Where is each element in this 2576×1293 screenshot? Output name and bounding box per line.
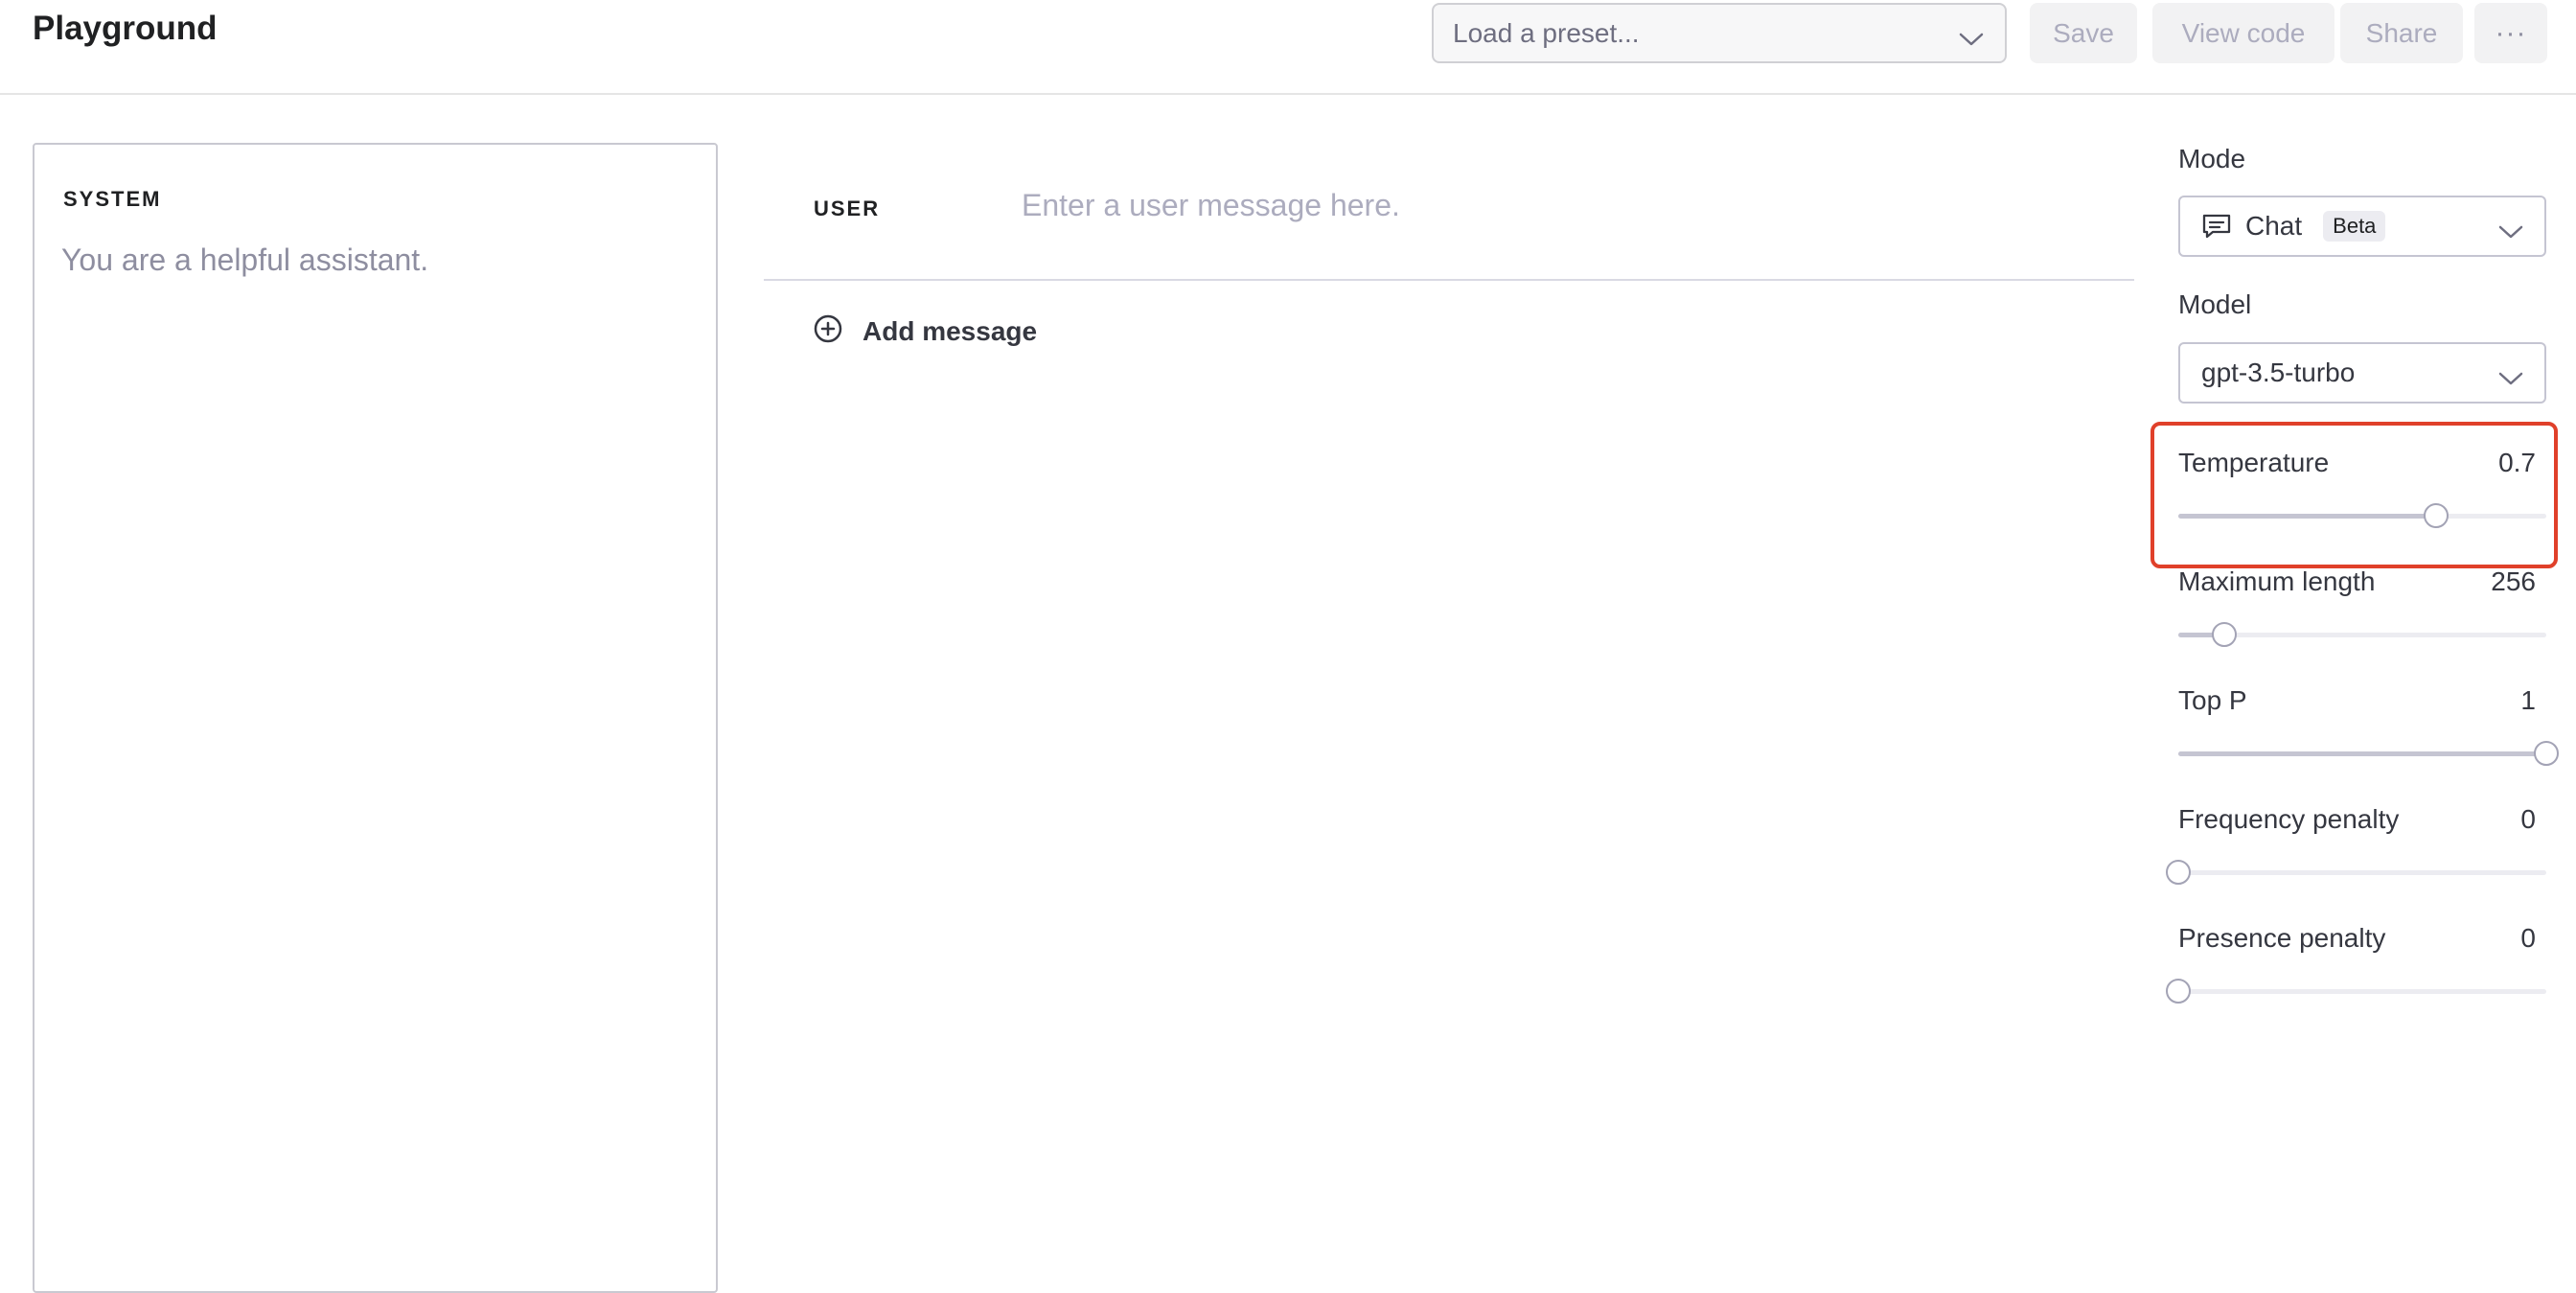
slider-thumb[interactable] [2423, 503, 2449, 528]
top-p-value[interactable]: 1 [2520, 685, 2536, 716]
page-title: Playground [33, 10, 218, 47]
temperature-highlight-box [2150, 422, 2558, 568]
temperature-value[interactable]: 0.7 [2498, 448, 2536, 478]
mode-select[interactable]: Chat Beta [2178, 196, 2546, 257]
preset-select-label: Load a preset... [1453, 17, 1640, 48]
model-label: Model [2178, 289, 2252, 319]
view-code-button[interactable]: View code [2152, 3, 2334, 63]
preset-select[interactable]: Load a preset... [1432, 3, 2007, 63]
temperature-slider[interactable] [2178, 501, 2546, 530]
slider-thumb[interactable] [2166, 979, 2191, 1004]
add-message-button[interactable]: Add message [813, 312, 1037, 351]
share-button[interactable]: Share [2340, 3, 2463, 63]
top-p-label: Top P [2178, 685, 2247, 715]
temperature-label: Temperature [2178, 448, 2330, 477]
model-select[interactable]: gpt-3.5-turbo [2178, 342, 2546, 404]
add-message-label: Add message [862, 316, 1038, 346]
slider-fill [2178, 751, 2546, 756]
slider-thumb[interactable] [2166, 860, 2191, 885]
maximum-length-slider[interactable] [2178, 620, 2546, 649]
user-role-label[interactable]: USER [814, 196, 880, 221]
chevron-down-icon [2498, 217, 2523, 247]
plus-circle-icon [813, 313, 843, 351]
frequency-penalty-value[interactable]: 0 [2520, 804, 2536, 835]
message-divider [764, 279, 2134, 281]
chat-bubble-icon [2201, 213, 2232, 240]
maximum-length-label: Maximum length [2178, 566, 2376, 596]
slider-thumb[interactable] [2534, 741, 2559, 766]
user-message-input[interactable]: Enter a user message here. [1022, 188, 1400, 223]
mode-value: Chat [2245, 211, 2303, 241]
more-options-button[interactable]: ··· [2474, 3, 2547, 63]
presence-penalty-value[interactable]: 0 [2520, 923, 2536, 954]
save-button[interactable]: Save [2030, 3, 2137, 63]
system-label: SYSTEM [63, 187, 162, 211]
maximum-length-value[interactable]: 256 [2491, 566, 2536, 597]
slider-track [2178, 989, 2546, 994]
mode-label: Mode [2178, 144, 2246, 173]
header: Playground Load a preset... Save View co… [0, 0, 2576, 95]
model-value: gpt-3.5-turbo [2201, 358, 2356, 387]
slider-fill [2178, 514, 2436, 519]
system-panel[interactable]: SYSTEM You are a helpful assistant. [33, 143, 718, 1293]
slider-track [2178, 870, 2546, 875]
presence-penalty-slider[interactable] [2166, 977, 2546, 1005]
frequency-penalty-label: Frequency penalty [2178, 804, 2400, 834]
frequency-penalty-slider[interactable] [2166, 858, 2546, 887]
presence-penalty-label: Presence penalty [2178, 923, 2386, 953]
beta-badge: Beta [2323, 211, 2386, 242]
system-input[interactable]: You are a helpful assistant. [61, 242, 428, 278]
chevron-down-icon [2498, 363, 2523, 394]
chevron-down-icon [1959, 24, 1984, 55]
top-p-slider[interactable] [2178, 739, 2559, 768]
slider-thumb[interactable] [2212, 622, 2237, 647]
